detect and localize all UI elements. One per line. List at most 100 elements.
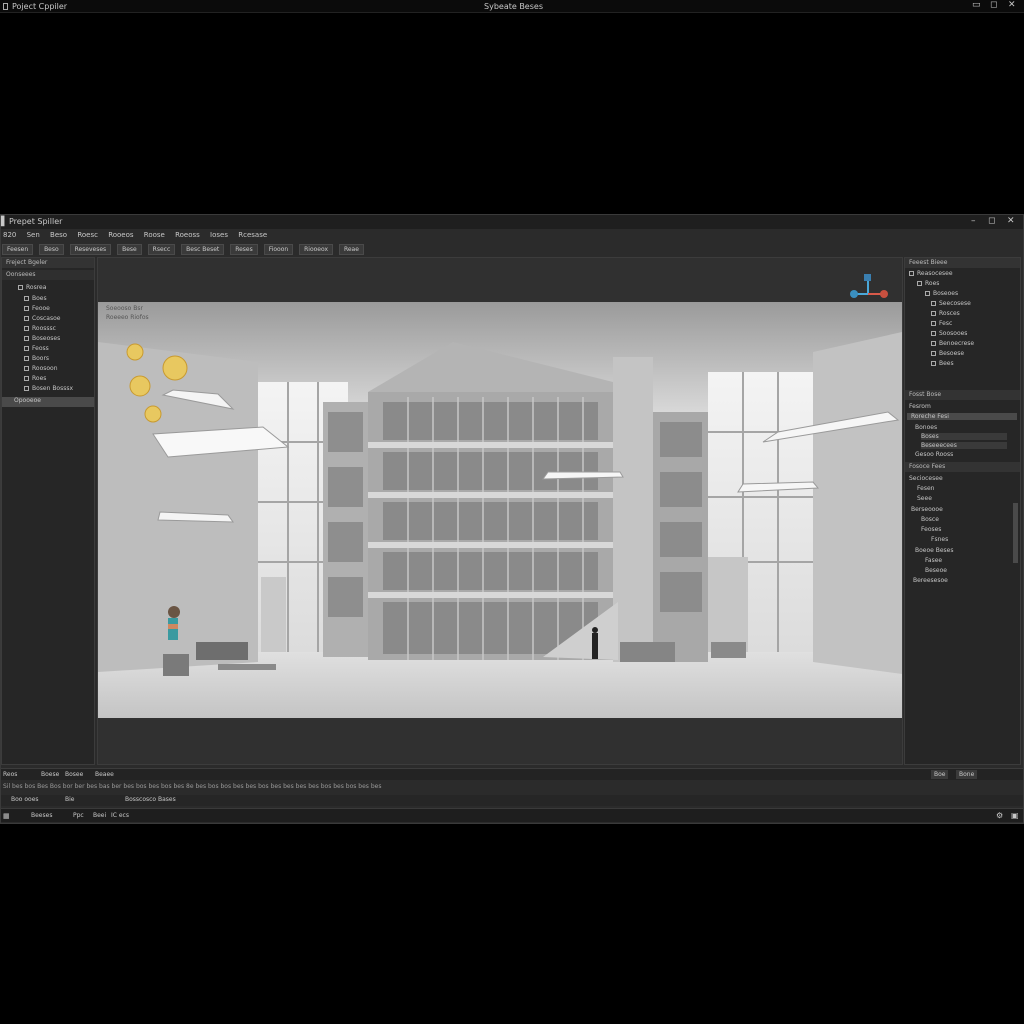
status-item-1[interactable]: Ppc (73, 812, 84, 819)
panel-toggle-icon[interactable]: ▣ (1011, 811, 1019, 820)
file-icon (24, 386, 29, 391)
detail-row[interactable]: Bereesesoe (913, 577, 948, 584)
tree-item[interactable]: Coscasoe (24, 315, 60, 322)
tree-item[interactable]: Boors (24, 355, 49, 362)
detail-row[interactable]: Boeoe Beses (915, 547, 954, 554)
toolbar-btn-9[interactable]: Reae (338, 244, 364, 255)
tree-item[interactable]: Feooe (24, 305, 50, 312)
outline-item[interactable]: Soosooes (931, 330, 967, 337)
property-field[interactable]: Boses (921, 433, 1007, 440)
detail-row[interactable]: Bosce (921, 516, 939, 523)
detail-row[interactable]: Fesen (917, 485, 934, 492)
toolbar-btn-1[interactable]: Beso (39, 244, 64, 255)
settings-gear-icon[interactable]: ⚙ (996, 811, 1003, 820)
menu-item-0[interactable]: 820 (3, 231, 16, 239)
viewport-panel[interactable]: Soeooso Bsr Roeeeo Riofos (97, 257, 903, 765)
tree-item[interactable]: Bosen Bosssx (24, 385, 73, 392)
toolbar-btn-4[interactable]: Rsecc (147, 244, 176, 255)
outline-item[interactable]: Besoese (931, 350, 964, 357)
detail-row[interactable]: Fasee (925, 557, 942, 564)
close-icon[interactable]: ✕ (1008, 0, 1016, 10)
properties-tab[interactable]: Fesrom (909, 403, 931, 410)
render-view[interactable]: Soeooso Bsr Roeeeo Riofos (98, 302, 902, 718)
menu-item-5[interactable]: Roose (144, 231, 165, 239)
project-explorer-panel: Freject Bgeler Oonseees Rosrea Boes Feoo… (1, 257, 95, 765)
tree-item[interactable]: Boes (24, 295, 47, 302)
status-item-2[interactable]: Beei (93, 812, 106, 819)
outline-item[interactable]: Seecosese (931, 300, 971, 307)
toolbar-btn-5[interactable]: Besc Beset (181, 244, 225, 255)
bottom-right-button-0[interactable]: Boe (931, 770, 949, 779)
bottom-tab-0[interactable]: Reos (3, 771, 17, 778)
console-field-1[interactable]: Bie (65, 796, 74, 803)
folder-icon (917, 281, 922, 286)
bottom-tab-3[interactable]: Beaee (95, 771, 114, 778)
property-field[interactable]: Beseeecees (921, 442, 1007, 449)
outline-item[interactable]: Bees (931, 360, 954, 367)
status-item-3[interactable]: IC ecs (111, 812, 129, 819)
mesh-icon (931, 361, 936, 366)
file-icon (24, 376, 29, 381)
bottom-tab-1[interactable]: Boese (41, 771, 59, 778)
outline-item[interactable]: Rosces (931, 310, 960, 317)
mesh-icon (925, 291, 930, 296)
tree-item[interactable]: Boseoses (24, 335, 60, 342)
property-row[interactable]: Bonoes (915, 424, 937, 431)
file-icon (24, 336, 29, 341)
app-minimize-icon[interactable]: – (971, 216, 976, 226)
tree-item[interactable]: Roosoon (24, 365, 58, 372)
detail-row[interactable]: Berseoooe (911, 506, 943, 513)
toolbar-btn-0[interactable]: Feesen (2, 244, 34, 255)
menu-item-3[interactable]: Roesc (77, 231, 98, 239)
os-title-bar: Poject Cppiler Sybeate Beses ▭ ◻ ✕ (0, 0, 1024, 13)
detail-row[interactable]: Seee (917, 495, 932, 502)
detail-row[interactable]: Fsnes (931, 536, 948, 543)
menu-item-6[interactable]: Roeoss (175, 231, 200, 239)
outline-item[interactable]: Reasocesee (909, 270, 953, 277)
outline-item[interactable]: Benoecrese (931, 340, 974, 347)
menu-item-4[interactable]: Rooeos (108, 231, 133, 239)
app-close-icon[interactable]: ✕ (1007, 216, 1015, 226)
detail-row[interactable]: Feoses (921, 526, 941, 533)
menu-item-8[interactable]: Rcesase (238, 231, 267, 239)
maximize-icon[interactable]: ◻ (990, 0, 997, 10)
mesh-icon (931, 301, 936, 306)
outline-item[interactable]: Boseoes (925, 290, 958, 297)
detail-row[interactable]: Beseoe (925, 567, 947, 574)
file-icon (24, 326, 29, 331)
window-icon (3, 2, 11, 10)
outline-item[interactable]: Fesc (931, 320, 952, 327)
toolbar-btn-7[interactable]: Fiooon (263, 244, 294, 255)
console-field-0[interactable]: Boo ooes (11, 796, 39, 803)
toolbar-btn-8[interactable]: Riooeox (299, 244, 334, 255)
status-item-0[interactable]: Beeses (31, 812, 52, 819)
detail-row[interactable]: Seciocesee (909, 475, 943, 482)
menu-item-7[interactable]: Ioses (210, 231, 228, 239)
bottom-right-button-1[interactable]: Bone (956, 770, 978, 779)
toolbar-btn-3[interactable]: Bese (117, 244, 142, 255)
toolbar-btn-2[interactable]: Reseveses (69, 244, 112, 255)
app-icon: ▌ (1, 217, 8, 227)
panel-scrollbar[interactable] (1013, 503, 1018, 563)
tree-item[interactable]: Roosssc (24, 325, 56, 332)
tree-item-selected[interactable]: Opooeoe (2, 397, 94, 407)
mesh-icon (931, 341, 936, 346)
app-window: ▌ Prepet Spiller – ◻ ✕ 820 Sen Beso Roes… (0, 214, 1024, 824)
console-field-2[interactable]: Bosscosco Bases (125, 796, 176, 803)
bottom-tab-2[interactable]: Bosee (65, 771, 83, 778)
toolbar-btn-6[interactable]: Reses (230, 244, 258, 255)
properties-selected[interactable]: Roreche Fesi (907, 413, 1017, 420)
left-panel-subheader[interactable]: Oonseees (2, 270, 94, 280)
file-icon (24, 316, 29, 321)
tree-item[interactable]: Roes (24, 375, 46, 382)
tree-item[interactable]: Feoss (24, 345, 49, 352)
menu-item-1[interactable]: Sen (27, 231, 40, 239)
outline-item[interactable]: Roes (917, 280, 939, 287)
minimize-icon[interactable]: ▭ (972, 0, 981, 10)
rendered-scene-image (98, 302, 902, 718)
tree-item[interactable]: Rosrea (18, 284, 46, 291)
app-maximize-icon[interactable]: ◻ (988, 216, 995, 226)
axis-gizmo-icon[interactable] (846, 270, 891, 305)
property-row[interactable]: Gesoo Rooss (915, 451, 953, 458)
menu-item-2[interactable]: Beso (50, 231, 67, 239)
